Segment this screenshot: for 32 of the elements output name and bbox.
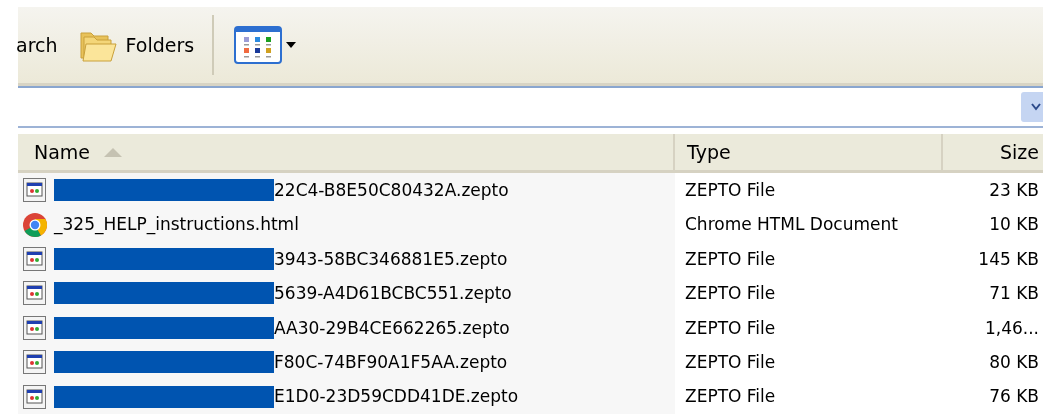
file-size: 71 KB [989, 283, 1039, 304]
column-header[interactable]: Size [943, 134, 1043, 170]
file-type: ZEPTO File [685, 317, 776, 338]
caret-icon [286, 42, 297, 48]
file-size: 80 KB [989, 351, 1039, 373]
address-field[interactable] [18, 86, 1043, 128]
sort-arrow-icon [104, 147, 123, 157]
file-size: 145 KB [978, 248, 1039, 270]
file-type: ZEPTO File [685, 248, 776, 270]
file-icon [22, 245, 48, 272]
file-icon [22, 383, 48, 410]
chevron-icon [1031, 103, 1041, 111]
file-icon [22, 177, 48, 204]
dropdown-button[interactable] [1021, 92, 1043, 122]
file-type: ZEPTO File [685, 180, 776, 201]
search-button[interactable]: arch [16, 17, 68, 73]
column-header[interactable]: Name [18, 134, 675, 170]
file-size: 76 KB [989, 386, 1039, 407]
file-type: ZEPTO File [685, 283, 776, 304]
file-size: 1,46... [984, 317, 1039, 338]
folders-button[interactable]: Folders [67, 17, 205, 73]
column-header[interactable]: Type [675, 134, 943, 170]
file-type: ZEPTO File [685, 386, 776, 407]
file-icon [22, 314, 48, 341]
file-icon [22, 349, 48, 376]
file-icon [22, 280, 48, 307]
views-icon [234, 26, 283, 64]
file-type: ZEPTO File [685, 351, 776, 373]
browser-icon [22, 211, 48, 238]
file-size: 23 KB [989, 180, 1039, 201]
file-type: Chrome HTML Document [685, 214, 898, 235]
file-size: 10 KB [989, 214, 1039, 235]
